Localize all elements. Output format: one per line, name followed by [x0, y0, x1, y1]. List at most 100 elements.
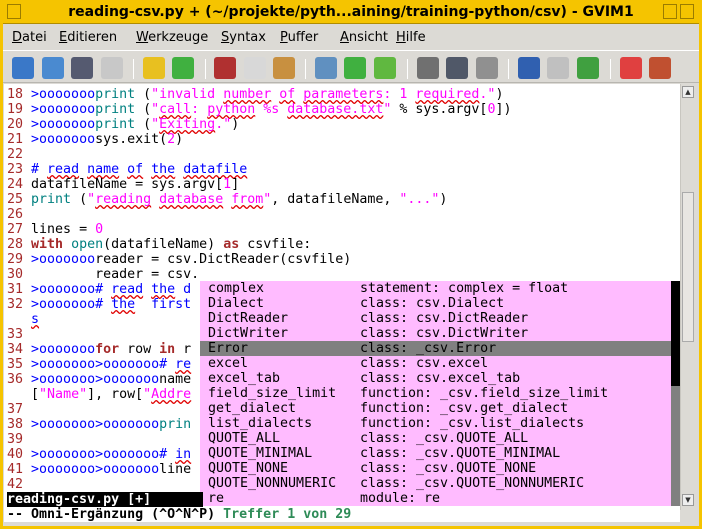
table-icon[interactable]	[547, 57, 569, 79]
back-icon[interactable]	[374, 57, 396, 79]
line-number: 41	[7, 462, 32, 477]
menu-label: ilfe	[405, 30, 426, 45]
code-token: 2	[167, 132, 176, 147]
code-token: >ooooooo	[31, 282, 96, 297]
completion-item[interactable]: DictWriter class: csv.DictWriter	[200, 326, 671, 341]
popup-scrollbar-thumb[interactable]	[671, 281, 680, 386]
completion-item[interactable]: field_size_limit function: _csv.field_siz…	[200, 386, 671, 401]
menu-hilfe[interactable]: Hilfe	[396, 30, 426, 45]
save-session-icon[interactable]	[446, 57, 468, 79]
code-token: Exiting	[159, 117, 216, 132]
load-session-icon[interactable]	[417, 57, 439, 79]
redo-icon[interactable]	[172, 57, 194, 79]
popup-scrollbar[interactable]	[671, 281, 680, 506]
minimize-button[interactable]	[663, 4, 677, 19]
jump-icon[interactable]	[577, 57, 599, 79]
open-icon[interactable]	[12, 57, 34, 79]
line-number: 35	[7, 357, 32, 372]
undo-icon[interactable]	[143, 57, 165, 79]
command-line: -- Omni-Ergänzung (^O^N^P) Treffer 1 von…	[7, 507, 351, 522]
code-token: lines =	[31, 222, 96, 237]
code-token: (	[71, 192, 88, 207]
menu-label: uffer	[287, 30, 319, 45]
completion-item[interactable]: QUOTE_NONNUMERIC class: _csv.QUOTE_NONNUM…	[200, 476, 671, 491]
vertical-scrollbar[interactable]: ▲ ▼	[680, 84, 695, 510]
menu-syntax[interactable]: Syntax	[221, 30, 266, 45]
forward-icon[interactable]	[344, 57, 366, 79]
code-line: ["Name"], row["Addre	[7, 387, 191, 402]
code-token: (datafileName)	[103, 237, 224, 252]
code-token: #	[159, 447, 176, 462]
code-line: 33	[7, 327, 31, 342]
completion-item[interactable]: QUOTE_NONE class: _csv.QUOTE_NONE	[200, 461, 671, 476]
title-bar[interactable]: reading-csv.py + (~/projekte/pyth...aini…	[3, 0, 699, 24]
completion-item[interactable]: list_dialects function: _csv.list_dialect…	[200, 416, 671, 431]
run-script-icon[interactable]	[476, 57, 498, 79]
menu-werkzeuge[interactable]: Werkzeuge	[136, 30, 208, 45]
code-token: "	[151, 117, 160, 132]
code-line: 41 >ooooooo>oooooooline	[7, 462, 191, 477]
code-line: 38 >ooooooo>oooooooprin	[7, 417, 191, 432]
completion-word: complex	[208, 281, 265, 296]
print-icon[interactable]	[101, 57, 123, 79]
line-number: 21	[7, 132, 32, 147]
code-line: 21 >ooooooosys.exit(2)	[7, 132, 183, 147]
line-number: 39	[7, 432, 32, 447]
completion-item[interactable]: re module: re	[200, 491, 671, 506]
code-token: line	[159, 462, 192, 477]
completion-word: Error	[208, 341, 249, 356]
menu-mnemonic: E	[59, 30, 68, 45]
scrollbar-thumb[interactable]	[682, 192, 694, 342]
code-token: )	[495, 87, 504, 102]
code-token: ."	[215, 117, 232, 132]
completion-item[interactable]: QUOTE_MINIMAL class: _csv.QUOTE_MINIMAL	[200, 446, 671, 461]
code-line: 42	[7, 477, 31, 492]
menu-mnemonic: D	[12, 30, 23, 45]
scroll-down-arrow-icon[interactable]: ▼	[682, 494, 694, 506]
maximize-button[interactable]	[680, 4, 694, 19]
save-load-icon[interactable]	[42, 57, 64, 79]
copy-icon[interactable]	[244, 57, 266, 79]
editor-text-area[interactable]: 18 >oooooooprint ("invalid number of par…	[4, 84, 680, 522]
menu-ansicht[interactable]: Ansicht	[340, 30, 388, 45]
code-line: 22	[7, 147, 31, 162]
code-token: re	[175, 357, 192, 372]
save-icon[interactable]	[71, 57, 93, 79]
make-icon[interactable]	[518, 57, 540, 79]
completion-item[interactable]: excel class: csv.excel	[200, 356, 671, 371]
code-line: 39	[7, 432, 31, 447]
completion-kind: class: csv.DictWriter	[360, 326, 529, 341]
code-line: 35 >ooooooo>ooooooo# re	[7, 357, 191, 372]
cut-icon[interactable]	[214, 57, 236, 79]
menu-datei[interactable]: Datei	[12, 30, 47, 45]
completion-item[interactable]: get_dialect function: _csv.get_dialect	[200, 401, 671, 416]
line-number: 31	[7, 282, 32, 297]
find-help-icon[interactable]	[649, 57, 671, 79]
help-icon[interactable]	[620, 57, 642, 79]
scroll-up-arrow-icon[interactable]: ▲	[682, 86, 694, 98]
completion-item[interactable]: Dialect class: csv.Dialect	[200, 296, 671, 311]
menu-editieren[interactable]: Editieren	[59, 30, 117, 45]
find-replace-icon[interactable]	[315, 57, 337, 79]
completion-item[interactable]: excel_tab class: csv.excel_tab	[200, 371, 671, 386]
completion-item-selected[interactable]: Error class: _csv.Error	[200, 341, 671, 356]
code-token: first	[135, 297, 192, 312]
menu-puffer[interactable]: Puffer	[280, 30, 318, 45]
completion-popup: complex statement: complex = float Dialect…	[200, 281, 680, 506]
line-number: 20	[7, 117, 32, 132]
code-token: , datafileName,	[271, 192, 400, 207]
code-token: "	[151, 102, 160, 117]
completion-item[interactable]: QUOTE_ALL class: _csv.QUOTE_ALL	[200, 431, 671, 446]
code-token: database	[159, 192, 224, 207]
completion-item[interactable]: DictReader class: csv.DictReader	[200, 311, 671, 326]
code-token: >ooooooo>ooooooo	[31, 357, 160, 372]
line-number: 34	[7, 342, 32, 357]
toolbar-separator	[508, 59, 509, 79]
paste-icon[interactable]	[273, 57, 295, 79]
code-token: "Name"	[39, 387, 88, 402]
completion-item[interactable]: complex statement: complex = float	[200, 281, 671, 296]
